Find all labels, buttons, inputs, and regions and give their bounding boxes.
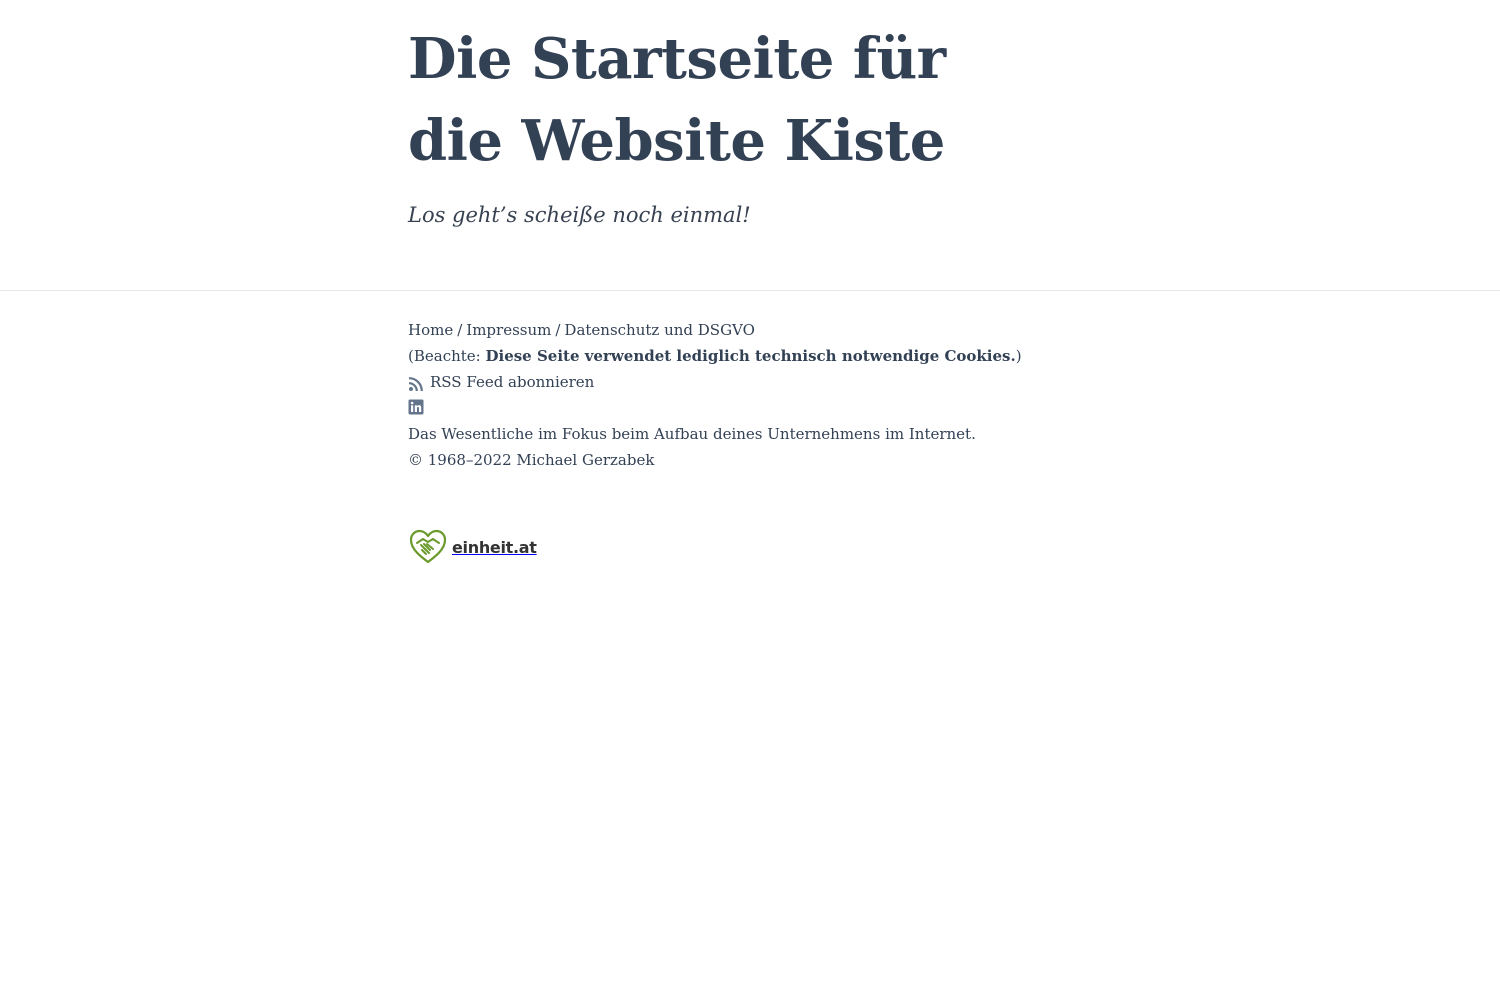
cookie-note-prefix: (Beachte: [408, 347, 486, 365]
site-tagline: Los geht’s scheiße noch einmal! [408, 203, 751, 227]
site-footer: Home / Impressum / Datenschutz und DSGVO (Be… [408, 317, 1108, 473]
nav-separator: / [555, 321, 561, 339]
nav-separator: / [457, 321, 463, 339]
logo-text: einheit.at [452, 537, 537, 557]
header-divider [0, 290, 1500, 291]
linkedin-icon[interactable] [408, 397, 424, 415]
nav-privacy-link[interactable]: Datenschutz und DSGVO [564, 321, 755, 339]
cookie-note-suffix: ) [1015, 347, 1022, 365]
page: Die Startseite für die Website Kiste Los… [0, 0, 1500, 1000]
copyright: © 1968–2022 Michael Gerzabek [408, 451, 655, 469]
rss-feed-link[interactable]: RSS Feed abonnieren [408, 369, 1108, 395]
site-title[interactable]: Die Startseite für die Website Kiste [408, 18, 1028, 182]
einheit-logo-link[interactable]: einheit.at [408, 528, 537, 566]
site-description: Das Wesentliche im Fokus beim Aufbau dei… [408, 425, 976, 443]
nav-imprint-link[interactable]: Impressum [466, 321, 551, 339]
cookie-note: (Beachte: Diese Seite verwendet lediglic… [408, 343, 1108, 369]
nav-home-link[interactable]: Home [408, 321, 453, 339]
cookie-note-text: Diese Seite verwendet lediglich technisc… [485, 347, 1016, 365]
rss-icon [408, 374, 424, 392]
handshake-heart-icon [408, 528, 448, 566]
rss-feed-label: RSS Feed abonnieren [430, 373, 595, 391]
social-links [408, 395, 1108, 415]
site-header: Die Startseite für die Website Kiste [408, 18, 1028, 182]
footer-nav: Home / Impressum / Datenschutz und DSGVO [408, 317, 1108, 343]
